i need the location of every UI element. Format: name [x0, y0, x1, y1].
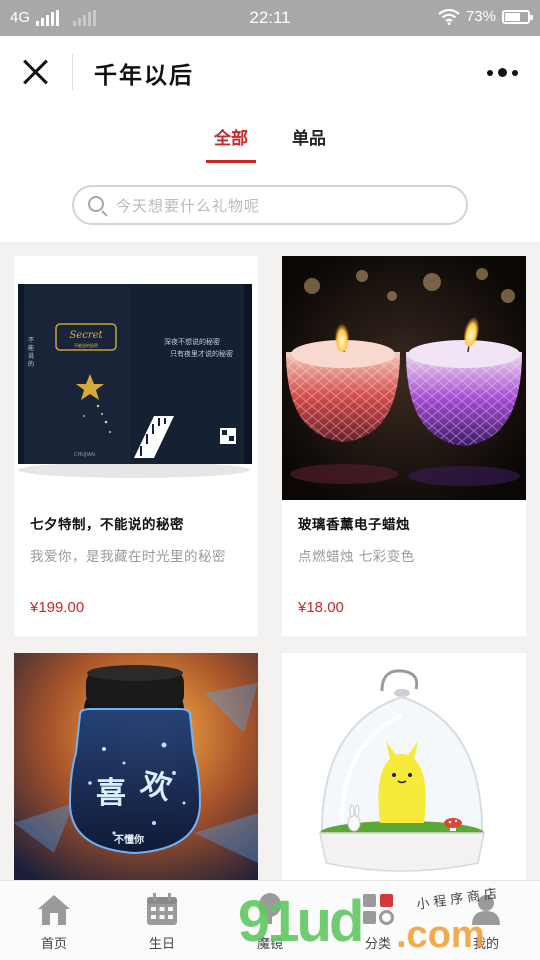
- search-input[interactable]: 今天想要什么礼物呢: [72, 185, 468, 225]
- watermark-domain: .com: [396, 914, 485, 956]
- wifi-icon: [438, 8, 460, 25]
- battery-icon: [502, 9, 533, 24]
- product-desc: 我爱你，是我藏在时光里的秘密: [30, 549, 226, 565]
- product-price: ¥18.00: [298, 599, 344, 616]
- tab-home-label: 首页: [40, 937, 67, 952]
- svg-text:能: 能: [28, 344, 34, 352]
- product-image-notebook[interactable]: 深夜不想说的秘密 只有夜里才说的秘密 Secret 不能说的秘密 不 能 说 的: [14, 256, 258, 500]
- tab-birthday-label: 生日: [148, 937, 175, 952]
- product-name: 玻璃香薰电子蜡烛: [298, 517, 410, 533]
- svg-text:CHUJIAN: CHUJIAN: [74, 452, 95, 458]
- tab-birthday[interactable]: 生日: [108, 881, 216, 960]
- svg-text:Secret: Secret: [69, 330, 103, 341]
- active-tab-indicator: [206, 160, 256, 163]
- product-card[interactable]: 玻璃香薰电子蜡烛 点燃蜡烛 七彩变色 ¥18.00: [282, 256, 526, 636]
- product-image-candle[interactable]: [282, 256, 526, 500]
- nav-bar: 千年以后: [0, 36, 540, 108]
- search-placeholder: 今天想要什么礼物呢: [116, 197, 261, 215]
- svg-text:的: 的: [28, 360, 34, 368]
- watermark-text: 91ud: [238, 889, 364, 954]
- battery-percent: 73%: [465, 8, 496, 25]
- product-price: ¥199.00: [30, 599, 85, 616]
- more-options-icon[interactable]: [487, 68, 518, 77]
- search-icon: [88, 196, 104, 212]
- home-icon: [38, 895, 70, 925]
- svg-text:说: 说: [28, 352, 34, 360]
- svg-text:喜: 喜: [96, 776, 126, 811]
- svg-text:不: 不: [28, 337, 34, 344]
- page-title: 千年以后: [94, 62, 194, 89]
- watermark-caption: 小程序商店: [415, 886, 502, 913]
- search-area: 今天想要什么礼物呢: [0, 168, 540, 242]
- product-card[interactable]: 深夜不想说的秘密 只有夜里才说的秘密 Secret 不能说的秘密 不 能 说 的: [14, 256, 258, 636]
- tab-home[interactable]: 首页: [0, 881, 108, 960]
- status-bar: 4G 22:11 73%: [0, 0, 540, 36]
- product-image-totoro-lamp[interactable]: [282, 653, 526, 880]
- category-tabs: 全部 单品: [0, 108, 540, 168]
- product-name: 七夕特制，不能说的秘密: [30, 517, 184, 533]
- product-image-star-jar[interactable]: 喜 欢 不懂你: [14, 653, 258, 880]
- svg-text:只有夜里才说的秘密: 只有夜里才说的秘密: [170, 349, 233, 358]
- tab-all[interactable]: 全部: [214, 124, 248, 149]
- watermark-logo: 91ud .com 小程序商店: [238, 884, 538, 960]
- close-icon[interactable]: [22, 58, 50, 86]
- product-card[interactable]: [282, 653, 526, 880]
- nav-divider: [72, 54, 73, 90]
- svg-text:不懂你: 不懂你: [114, 833, 144, 846]
- product-card[interactable]: 喜 欢 不懂你: [14, 653, 258, 880]
- product-desc: 点燃蜡烛 七彩变色: [298, 549, 415, 565]
- svg-text:深夜不想说的秘密: 深夜不想说的秘密: [164, 337, 220, 346]
- calendar-icon: [147, 893, 177, 925]
- tab-single[interactable]: 单品: [292, 124, 326, 149]
- svg-text:不能说的秘密: 不能说的秘密: [74, 342, 98, 348]
